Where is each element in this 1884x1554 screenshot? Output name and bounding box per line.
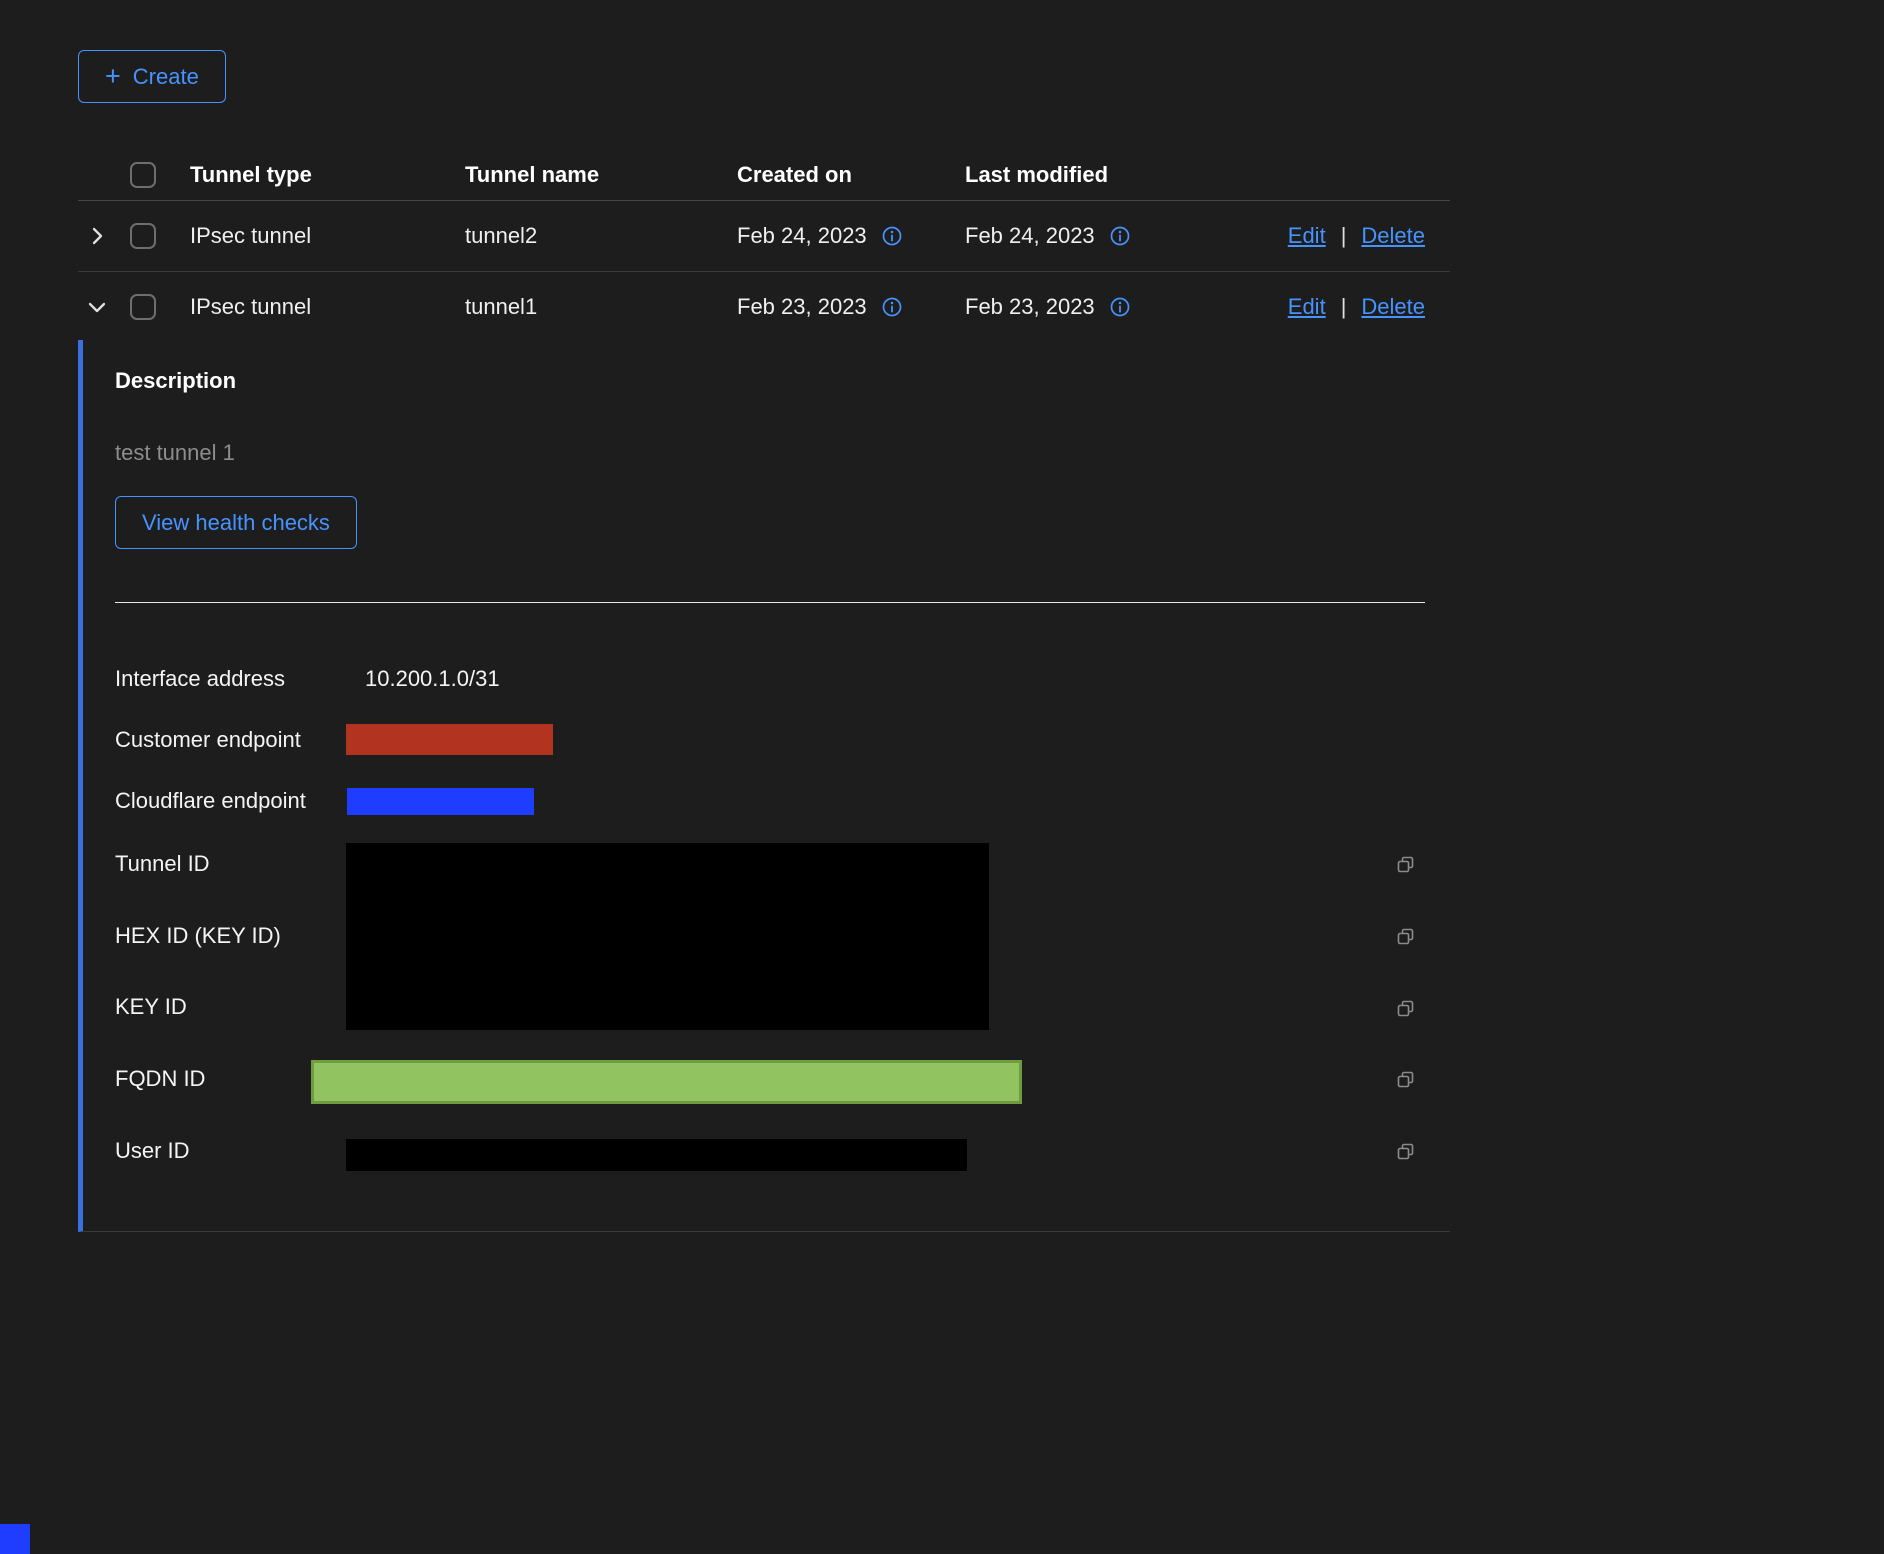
chevron-down-icon[interactable] [86, 296, 108, 318]
create-button[interactable]: + Create [78, 50, 226, 103]
cell-created-on: Feb 23, 2023 [737, 294, 965, 320]
delete-link[interactable]: Delete [1361, 294, 1425, 320]
ipsec-tunnels-page: + Create Tunnel type Tunnel name Created… [0, 0, 1884, 1554]
plus-icon: + [105, 63, 121, 90]
info-icon[interactable] [881, 225, 903, 247]
header-tunnel-type: Tunnel type [190, 162, 465, 188]
cell-tunnel-name: tunnel2 [465, 223, 737, 249]
cell-tunnel-type: IPsec tunnel [190, 223, 465, 249]
created-on-value: Feb 24, 2023 [737, 223, 867, 249]
description-value: test tunnel 1 [115, 440, 235, 466]
fqdn-id-label: FQDN ID [115, 1066, 205, 1092]
cell-tunnel-type: IPsec tunnel [190, 294, 465, 320]
key-id-label: KEY ID [115, 994, 187, 1020]
info-icon[interactable] [1109, 225, 1131, 247]
customer-endpoint-redaction [346, 724, 553, 755]
action-separator: | [1341, 223, 1347, 249]
create-button-label: Create [133, 64, 199, 90]
last-modified-value: Feb 24, 2023 [965, 223, 1095, 249]
section-divider [115, 602, 1425, 603]
cloudflare-endpoint-redaction [347, 788, 534, 815]
delete-link[interactable]: Delete [1361, 223, 1425, 249]
description-label: Description [115, 368, 236, 394]
cell-created-on: Feb 24, 2023 [737, 223, 965, 249]
row-checkbox[interactable] [130, 294, 156, 320]
hex-id-label: HEX ID (KEY ID) [115, 923, 281, 949]
cell-actions: Edit | Delete [1283, 294, 1450, 320]
expand-cell [78, 296, 130, 318]
cell-tunnel-name: tunnel1 [465, 294, 737, 320]
action-separator: | [1341, 294, 1347, 320]
fqdn-id-redaction [311, 1060, 1022, 1104]
edit-link[interactable]: Edit [1288, 294, 1326, 320]
table-row-tunnel2: IPsec tunnel tunnel2 Feb 24, 2023 Feb 24… [78, 201, 1450, 272]
copy-hex-id-icon[interactable] [1395, 926, 1417, 948]
table-row-tunnel1: IPsec tunnel tunnel1 Feb 23, 2023 Feb 23… [78, 272, 1450, 342]
info-icon[interactable] [1109, 296, 1131, 318]
customer-endpoint-label: Customer endpoint [115, 727, 301, 753]
table-header-row: Tunnel type Tunnel name Created on Last … [78, 150, 1450, 201]
tunnel-id-redaction [346, 843, 989, 1030]
cell-actions: Edit | Delete [1283, 223, 1450, 249]
tunnel-id-label: Tunnel ID [115, 851, 210, 877]
view-health-checks-button[interactable]: View health checks [115, 496, 357, 549]
copy-fqdn-id-icon[interactable] [1395, 1069, 1417, 1091]
cloudflare-endpoint-label: Cloudflare endpoint [115, 788, 306, 814]
tunnel-detail-panel: Description test tunnel 1 View health ch… [78, 340, 1450, 1232]
select-all-checkbox[interactable] [130, 162, 156, 188]
user-id-label: User ID [115, 1138, 190, 1164]
interface-address-label: Interface address [115, 666, 285, 692]
expand-cell [78, 225, 130, 247]
copy-tunnel-id-icon[interactable] [1395, 854, 1417, 876]
header-checkbox-cell [130, 162, 190, 188]
last-modified-value: Feb 23, 2023 [965, 294, 1095, 320]
row-checkbox[interactable] [130, 223, 156, 249]
chevron-right-icon[interactable] [86, 225, 108, 247]
checkbox-cell [130, 223, 190, 249]
checkbox-cell [130, 294, 190, 320]
copy-user-id-icon[interactable] [1395, 1141, 1417, 1163]
edit-link[interactable]: Edit [1288, 223, 1326, 249]
user-id-redaction [346, 1139, 967, 1171]
header-created-on: Created on [737, 162, 965, 188]
cell-last-modified: Feb 23, 2023 [965, 294, 1283, 320]
copy-key-id-icon[interactable] [1395, 998, 1417, 1020]
info-icon[interactable] [881, 296, 903, 318]
tunnels-table: Tunnel type Tunnel name Created on Last … [78, 150, 1450, 342]
header-tunnel-name: Tunnel name [465, 162, 737, 188]
interface-address-value: 10.200.1.0/31 [365, 666, 500, 692]
corner-redaction [0, 1524, 30, 1554]
created-on-value: Feb 23, 2023 [737, 294, 867, 320]
cell-last-modified: Feb 24, 2023 [965, 223, 1283, 249]
header-last-modified: Last modified [965, 162, 1283, 188]
